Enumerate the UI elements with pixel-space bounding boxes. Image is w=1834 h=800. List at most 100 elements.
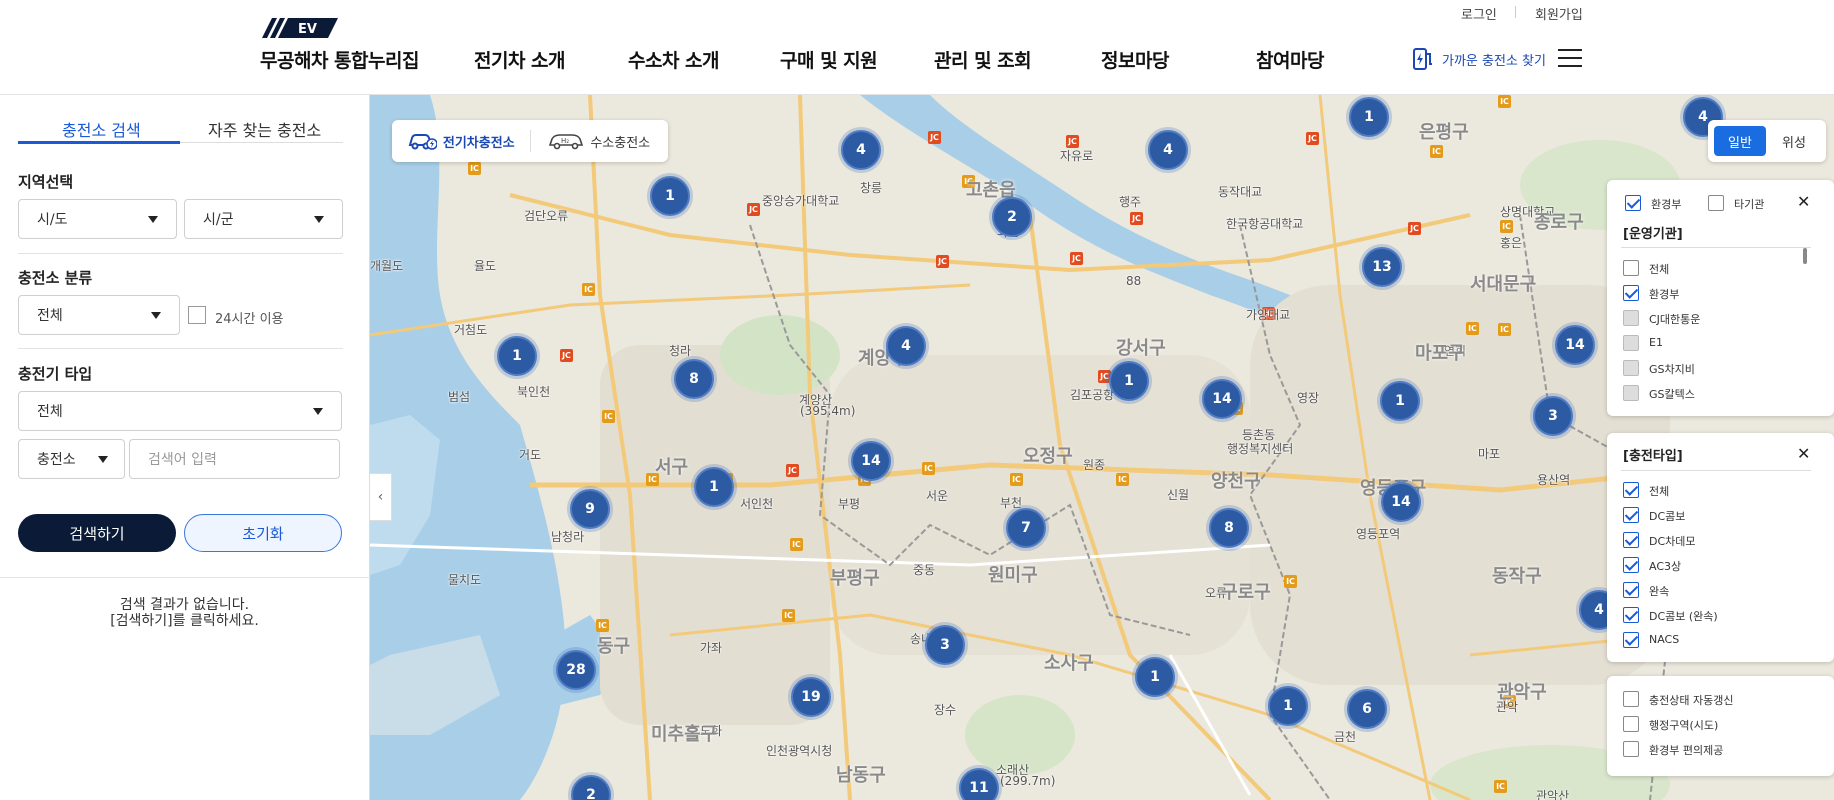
- charge-type-checkbox[interactable]: [1623, 632, 1639, 648]
- station-cluster-marker[interactable]: 3: [925, 625, 965, 665]
- charge-type-checkbox[interactable]: [1623, 507, 1639, 523]
- h2-station-toggle[interactable]: H₂ 수소충전소: [531, 120, 669, 162]
- operator-checkbox[interactable]: [1623, 260, 1639, 276]
- env-ministry-radio[interactable]: [1625, 195, 1641, 211]
- menu-icon[interactable]: [1558, 49, 1582, 69]
- operator-label: 환경부: [1649, 288, 1680, 301]
- sigun-select[interactable]: 시/군: [184, 199, 343, 239]
- station-cluster-marker[interactable]: 1: [694, 467, 734, 507]
- map-option-checkbox[interactable]: [1623, 691, 1639, 707]
- map-option-checkbox[interactable]: [1623, 716, 1639, 732]
- collapse-sidebar-button[interactable]: ‹: [370, 473, 392, 521]
- station-cluster-marker[interactable]: 1: [1380, 381, 1420, 421]
- site-title[interactable]: 무공해차 통합누리집: [260, 46, 419, 73]
- operator-checkbox[interactable]: [1623, 335, 1639, 351]
- signup-link[interactable]: 회원가입: [1535, 4, 1583, 23]
- charge-type-checkbox[interactable]: [1623, 482, 1639, 498]
- station-cluster-marker[interactable]: 1: [650, 176, 690, 216]
- charge-type-checkbox[interactable]: [1623, 607, 1639, 623]
- class-select[interactable]: 전체: [18, 295, 180, 335]
- close-icon[interactable]: ✕: [1797, 192, 1810, 211]
- station-cluster-marker[interactable]: 14: [851, 441, 891, 481]
- station-cluster-marker[interactable]: 14: [1555, 325, 1595, 365]
- station-cluster-marker[interactable]: 2: [992, 197, 1032, 237]
- chevron-down-icon: [98, 456, 108, 463]
- nav-h2-intro[interactable]: 수소차 소개: [628, 46, 720, 73]
- close-icon[interactable]: ✕: [1797, 444, 1810, 463]
- station-cluster-marker[interactable]: 13: [1362, 247, 1402, 287]
- jc-marker: JC: [928, 131, 941, 144]
- station-cluster-marker[interactable]: 1: [1109, 361, 1149, 401]
- ic-marker: IC: [1430, 145, 1443, 158]
- ic-marker: IC: [790, 538, 803, 551]
- station-cluster-marker[interactable]: 4: [841, 130, 881, 170]
- nav-participation[interactable]: 참여마당: [1256, 46, 1324, 73]
- map-district-label: 서구: [655, 457, 689, 478]
- station-cluster-marker[interactable]: 9: [570, 489, 610, 529]
- nav-info[interactable]: 정보마당: [1101, 46, 1169, 73]
- nav-manage-inquiry[interactable]: 관리 및 조회: [934, 46, 1032, 73]
- ev-station-toggle[interactable]: 전기차충전소: [392, 120, 530, 162]
- station-cluster-marker[interactable]: 7: [1006, 508, 1046, 548]
- station-cluster-marker[interactable]: 8: [674, 359, 714, 399]
- station-cluster-marker[interactable]: 1: [1268, 686, 1308, 726]
- station-cluster-marker[interactable]: 1: [1135, 657, 1175, 697]
- other-org-radio[interactable]: [1708, 195, 1724, 211]
- map-place-label: 물치도: [448, 573, 482, 587]
- login-link[interactable]: 로그인: [1461, 4, 1497, 23]
- map-option-checkbox[interactable]: [1623, 741, 1639, 757]
- operator-label: 전체: [1649, 263, 1670, 276]
- tab-favorite-stations[interactable]: 자주 찾는 충전소: [208, 117, 321, 141]
- svg-text:H₂: H₂: [561, 137, 569, 145]
- search-button[interactable]: 검색하기: [18, 514, 176, 552]
- operator-filter-panel: 환경부 타기관 ✕ [운영기관] 전체 환경부 CJ대한통운 E1 GS차지비 GS칼텍스: [1607, 180, 1834, 416]
- operator-list-scrollbar[interactable]: [1803, 248, 1807, 264]
- operator-checkbox[interactable]: [1623, 310, 1639, 326]
- jc-marker: JC: [560, 349, 573, 362]
- station-cluster-marker[interactable]: 28: [556, 650, 596, 690]
- charge-type-checkbox[interactable]: [1623, 557, 1639, 573]
- jc-marker: JC: [1408, 222, 1421, 235]
- map-option-label: 행정구역(시도): [1649, 719, 1719, 732]
- operator-checkbox[interactable]: [1623, 385, 1639, 401]
- nav-ev-intro[interactable]: 전기차 소개: [474, 46, 566, 73]
- station-cluster-marker[interactable]: 4: [886, 326, 926, 366]
- station-cluster-marker[interactable]: 1: [1349, 97, 1389, 137]
- near-station-button[interactable]: 가까운 충전소 찾기: [1410, 46, 1546, 72]
- station-cluster-marker[interactable]: 14: [1202, 379, 1242, 419]
- charger-type-value: 전체: [37, 404, 63, 420]
- tab-station-search[interactable]: 충전소 검색: [62, 117, 141, 141]
- station-cluster-marker[interactable]: 19: [791, 677, 831, 717]
- reset-button[interactable]: 초기화: [184, 514, 342, 552]
- station-cluster-marker[interactable]: 1: [497, 336, 537, 376]
- view-normal-button[interactable]: 일반: [1714, 126, 1766, 156]
- operator-checkbox[interactable]: [1623, 360, 1639, 376]
- nav-purchase-support[interactable]: 구매 및 지원: [780, 46, 878, 73]
- operator-checkbox[interactable]: [1623, 285, 1639, 301]
- charger-type-select[interactable]: 전체: [18, 391, 342, 431]
- station-cluster-marker[interactable]: 11: [959, 768, 999, 800]
- station-cluster-marker[interactable]: 8: [1209, 508, 1249, 548]
- ic-marker: IC: [1494, 780, 1507, 793]
- jc-marker: JC: [1306, 132, 1319, 145]
- map-place-label: 용산역: [1537, 473, 1571, 487]
- class-title: 충전소 분류: [18, 269, 93, 287]
- ic-marker: IC: [922, 462, 935, 475]
- site-header: EV 무공해차 통합누리집 전기차 소개 수소차 소개 구매 및 지원 관리 및…: [0, 0, 1834, 95]
- charge-type-checkbox[interactable]: [1623, 582, 1639, 598]
- view-satellite-button[interactable]: 위성: [1768, 126, 1820, 156]
- charge-type-checkbox[interactable]: [1623, 532, 1639, 548]
- operator-label: CJ대한통운: [1649, 313, 1701, 326]
- station-cluster-marker[interactable]: 6: [1347, 689, 1387, 729]
- station-cluster-marker[interactable]: 4: [1148, 130, 1188, 170]
- sido-select[interactable]: 시/도: [18, 199, 177, 239]
- station-cluster-marker[interactable]: 3: [1533, 396, 1573, 436]
- ev-logo-icon[interactable]: EV: [262, 18, 338, 38]
- station-cluster-marker[interactable]: 14: [1381, 482, 1421, 522]
- env-ministry-label: 환경부: [1651, 198, 1682, 211]
- search-type-select[interactable]: 충전소: [18, 439, 125, 479]
- jc-marker: JC: [747, 203, 760, 216]
- search-input[interactable]: 검색어 입력: [129, 439, 340, 479]
- map-option-label: 충전상태 자동갱신: [1649, 694, 1734, 707]
- open24-checkbox[interactable]: [188, 306, 206, 324]
